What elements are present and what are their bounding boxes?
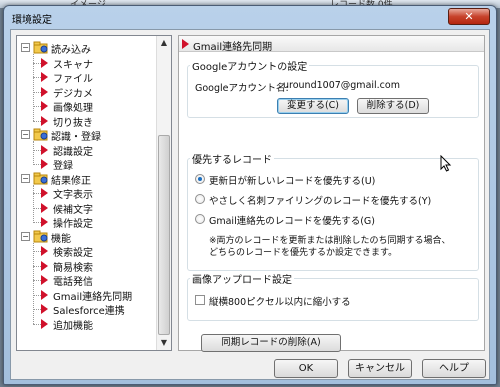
tree-connector — [33, 207, 41, 209]
image-upload-legend: 画像アップロード設定 — [192, 275, 292, 286]
account-name-label: Googleアカウント名: — [195, 83, 289, 94]
tree-connector — [33, 77, 41, 78]
tree-connector — [33, 184, 34, 223]
red-arrow-icon — [41, 144, 48, 155]
tree-connector — [33, 309, 41, 310]
tree-item-label: 追加機能 — [53, 320, 93, 332]
tree-connector — [33, 91, 41, 93]
red-arrow-icon — [41, 202, 48, 213]
tree-group-label: 結果修正 — [51, 175, 91, 187]
tree-item-label: 電話発信 — [53, 277, 93, 288]
red-arrow-icon — [41, 260, 48, 271]
collapse-icon[interactable]: − — [21, 231, 30, 241]
tree-connector — [33, 251, 41, 252]
red-arrow-icon — [41, 188, 48, 198]
panel-header: Gmail連絡先同期 — [179, 36, 484, 53]
tree-item-label: 候補文字 — [53, 204, 93, 216]
tree-connector — [33, 280, 41, 281]
delete-sync-records-button[interactable]: 同期レコードの削除(A) — [201, 334, 341, 352]
ok-button[interactable]: OK — [274, 359, 338, 378]
tree-connector — [33, 164, 41, 165]
tree-connector — [33, 106, 41, 107]
panel-title: Gmail連絡先同期 — [193, 42, 273, 53]
tree-connector — [33, 193, 41, 194]
red-arrow-icon — [41, 289, 48, 300]
tree-connector — [33, 141, 34, 165]
scroll-down-icon[interactable]: ▼ — [159, 338, 169, 348]
tree-item-label: Gmail連絡先同期 — [53, 291, 133, 303]
tree-item-label: Salesforce連携 — [53, 306, 125, 317]
red-arrow-icon — [41, 304, 48, 314]
tree-item-label: 文字表示 — [53, 190, 93, 201]
tree-connector — [33, 265, 41, 267]
tree-group-label: 機能 — [51, 233, 71, 245]
delete-account-button[interactable]: 削除する(D) — [357, 98, 429, 114]
tree-item-label: 簡易検索 — [53, 262, 93, 274]
radio-empty-icon[interactable] — [195, 194, 205, 204]
red-arrow-icon — [41, 318, 48, 329]
settings-panel: Gmail連絡先同期 Googleアカウントの設定 Googleアカウント名: … — [178, 35, 485, 352]
red-arrow-icon — [41, 217, 48, 227]
tree-item-label: 画像処理 — [53, 103, 93, 114]
tree-connector — [33, 62, 41, 64]
tree-connector — [33, 242, 34, 324]
settings-dialog: 環境設定 ✕ − 読み込みスキャナファイルデジカメ画像処理切り抜き − 認識・登録認識… — [3, 5, 497, 385]
red-arrow-icon — [41, 72, 48, 82]
mouse-cursor-icon — [440, 155, 452, 172]
settings-folder-icon — [33, 172, 48, 184]
red-arrow-icon — [41, 101, 48, 111]
help-button[interactable]: ヘルプ — [422, 359, 486, 378]
tree-item-label: デジカメ — [53, 88, 93, 100]
red-arrow-icon — [41, 57, 48, 68]
red-arrow-icon — [41, 86, 48, 97]
tree-item-label: ファイル — [53, 74, 93, 85]
collapse-icon[interactable]: − — [21, 43, 30, 52]
close-icon: ✕ — [464, 10, 474, 23]
red-arrow-icon — [41, 115, 48, 126]
settings-folder-icon — [33, 230, 48, 242]
tree-item-label: 検索設定 — [53, 248, 93, 259]
tree-item-label: 切り抜き — [53, 117, 93, 129]
collapse-icon[interactable]: − — [21, 173, 30, 183]
settings-tree: − 読み込みスキャナファイルデジカメ画像処理切り抜き − 認識・登録認識設定登録 − 結果… — [16, 35, 172, 351]
priority-legend: 優先するレコード — [192, 155, 272, 166]
tree-connector — [33, 222, 41, 223]
tree-item-label: スキャナ — [53, 59, 93, 71]
cancel-button[interactable]: キャンセル — [348, 359, 412, 378]
tree-group-label: 認識・登録 — [51, 132, 101, 143]
checkbox-icon[interactable] — [195, 295, 205, 305]
tree-connector — [33, 120, 41, 122]
tree-connector — [33, 323, 41, 325]
red-arrow-icon — [182, 39, 189, 49]
settings-folder-icon — [33, 41, 48, 54]
tree-item-label: 操作設定 — [53, 219, 93, 230]
tree-connector — [33, 294, 41, 296]
tree-item-label: 登録 — [53, 161, 73, 172]
tree-scrollbar[interactable]: ▲ ▼ — [156, 36, 171, 350]
collapse-icon[interactable]: − — [21, 130, 30, 139]
window-title: 環境設定 — [12, 15, 52, 26]
close-button[interactable]: ✕ — [448, 8, 490, 25]
red-arrow-icon — [41, 159, 48, 169]
tree-item-label: 認識設定 — [53, 146, 93, 158]
red-arrow-icon — [41, 275, 48, 285]
change-account-button[interactable]: 変更する(C) — [277, 98, 349, 114]
account-name-value: uround1007@gmail.com — [283, 80, 400, 91]
settings-folder-icon — [33, 128, 48, 141]
red-arrow-icon — [41, 246, 48, 256]
dialog-client: − 読み込みスキャナファイルデジカメ画像処理切り抜き − 認識・登録認識設定登録 − 結果… — [10, 29, 490, 380]
priority-note-line2: どちらのレコードを優先するか設定できます。 — [209, 248, 398, 258]
radio-selected-icon[interactable] — [195, 174, 205, 184]
title-bar[interactable]: 環境設定 ✕ — [4, 6, 496, 28]
google-account-legend: Googleアカウントの設定 — [192, 62, 308, 73]
tree-connector — [33, 149, 41, 151]
tree-connector — [33, 54, 34, 121]
radio-empty-icon[interactable] — [195, 214, 205, 224]
scroll-thumb[interactable] — [158, 135, 170, 335]
scroll-up-icon[interactable]: ▲ — [159, 38, 169, 48]
tree-group-label: 読み込み — [51, 45, 91, 56]
